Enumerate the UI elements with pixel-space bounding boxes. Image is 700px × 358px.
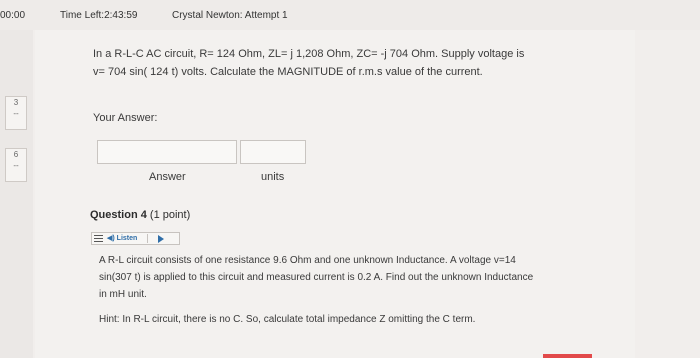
listen-button-label: Listen: [116, 235, 138, 242]
menu-icon[interactable]: [94, 235, 103, 242]
top-bar: 00:00 Time Left:2:43:59 Crystal Newton: …: [0, 0, 700, 30]
speaker-icon: ◀): [107, 235, 117, 242]
play-icon[interactable]: [158, 235, 164, 243]
your-answer-label: Your Answer:: [93, 112, 158, 124]
nav-question-3-number: 3: [13, 98, 19, 107]
nav-question-3[interactable]: 3 --: [5, 96, 27, 130]
nav-question-6-number: 6: [13, 150, 19, 159]
question-4-title: Question 4 (1 point): [90, 209, 190, 221]
question-4-text: A R-L circuit consists of one resistance…: [99, 255, 534, 300]
timer: 00:00: [0, 10, 26, 21]
question-4-points: (1 point): [149, 209, 191, 221]
attempt-title: Crystal Newton: Attempt 1: [172, 10, 288, 21]
toolbar-divider: [147, 234, 148, 243]
nav-question-3-status: --: [13, 109, 19, 118]
red-marker: [543, 354, 592, 358]
question-4-hint: Hint: In R-L circuit, there is no C. So,…: [99, 314, 476, 325]
listen-toolbar: ◀) Listen: [91, 232, 180, 245]
nav-question-6-status: --: [13, 161, 19, 170]
units-field-label: units: [261, 171, 285, 183]
nav-question-6[interactable]: 6 --: [5, 148, 27, 182]
question-nav: 3 -- 6 --: [0, 30, 33, 358]
question-4-number: Question 4: [90, 209, 147, 221]
time-left: Time Left:2:43:59: [60, 10, 138, 21]
answer-field-label: Answer: [149, 171, 186, 183]
units-input[interactable]: [240, 140, 306, 164]
question-3-text: In a R-L-C AC circuit, R= 124 Ohm, ZL= j…: [93, 48, 525, 78]
answer-input[interactable]: [97, 140, 237, 164]
listen-button[interactable]: ◀) Listen: [107, 234, 137, 243]
